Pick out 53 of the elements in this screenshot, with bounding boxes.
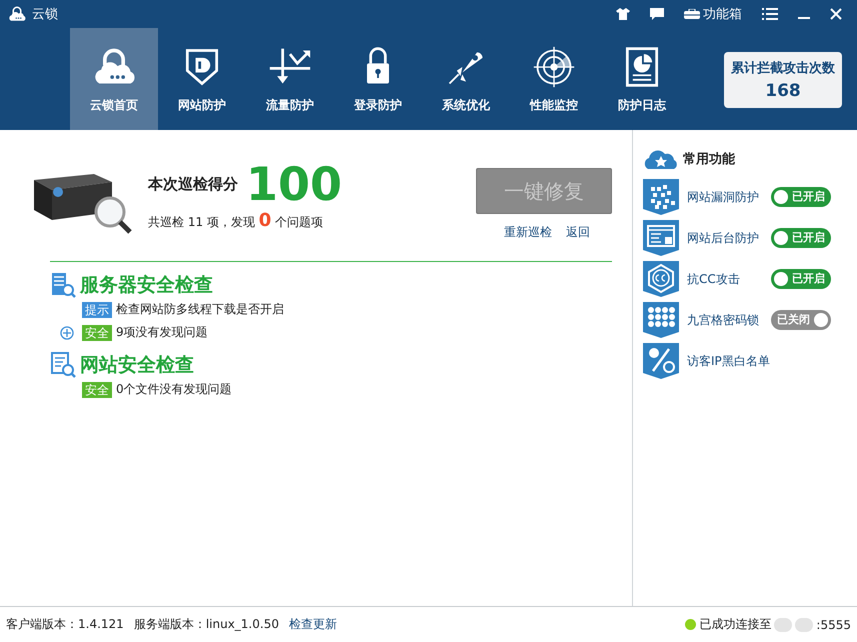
toggle-switch[interactable]: 已开启: [771, 228, 831, 248]
counter-label: 累计拦截攻击次数: [731, 60, 835, 77]
score-label: 本次巡检得分: [148, 174, 238, 194]
check-result: 检查网站防多线程下载是否开启: [116, 301, 284, 318]
redaction-blur: [774, 618, 792, 632]
nav-tab[interactable]: 防护日志: [598, 28, 686, 130]
nav-tab[interactable]: 网站防护: [158, 28, 246, 130]
score-value: 100: [246, 160, 342, 208]
feature-label[interactable]: 访客IP黑白名单: [687, 352, 770, 368]
section-title: 服务器安全检查: [80, 273, 213, 298]
cloud-star-icon: [643, 148, 679, 170]
toggle-switch[interactable]: 已开启: [771, 186, 831, 206]
status-tag: 安全: [82, 324, 112, 340]
check-result: 0个文件没有发现问题: [116, 381, 232, 398]
feature-label[interactable]: 抗CC攻击: [687, 270, 763, 286]
server-version: 服务端版本：linux_1.0.50: [134, 616, 279, 633]
status-tag: 提示: [82, 302, 112, 318]
nav-tab[interactable]: 性能监控: [510, 28, 598, 130]
toolbox-icon: [684, 9, 700, 19]
update-link[interactable]: 检查更新: [288, 616, 337, 633]
section-title: 网站安全检查: [80, 353, 194, 378]
app-logo-icon: [8, 5, 26, 23]
radar-icon: [532, 44, 576, 88]
toggle-switch[interactable]: 已开启: [771, 268, 831, 288]
nav-tab[interactable]: 登录防护: [334, 28, 422, 130]
window-title: 云锁: [32, 6, 58, 23]
nav-tab[interactable]: 云锁首页: [70, 28, 158, 130]
connection-status: 已成功连接至: [699, 616, 772, 633]
connection-status-icon: [685, 619, 696, 630]
toolbox-button[interactable]: 功能箱: [677, 5, 749, 23]
nav-tab[interactable]: 流量防护: [246, 28, 334, 130]
client-version: 客户端版本：1.4.121: [6, 616, 124, 633]
check-result: 9项没有发现问题: [116, 324, 208, 341]
feature-label[interactable]: 九宫格密码锁: [687, 312, 763, 328]
feature-label[interactable]: 网站后台防护: [687, 230, 763, 246]
percent-icon: [643, 342, 679, 378]
feature-label[interactable]: 网站漏洞防护: [687, 188, 763, 204]
nav-tab[interactable]: 系统优化: [422, 28, 510, 130]
scan-summary: 共巡检 11 项，发现 0 个问题项: [148, 210, 324, 231]
panel-title: 常用功能: [683, 151, 735, 168]
status-tag: 安全: [82, 382, 112, 398]
window-icon: [643, 220, 679, 256]
port-number: :5555: [816, 618, 851, 632]
counter-value: 168: [765, 81, 801, 101]
link[interactable]: 返回: [566, 224, 590, 241]
expand-icon[interactable]: [60, 326, 74, 340]
cc-icon: [643, 260, 679, 296]
server-search-icon: [50, 272, 76, 298]
document-search-icon: [50, 352, 76, 378]
redaction-blur: [795, 618, 814, 632]
dots-icon: [643, 178, 679, 214]
grid-dots-icon: [643, 302, 679, 338]
link[interactable]: 重新巡检: [504, 224, 552, 241]
